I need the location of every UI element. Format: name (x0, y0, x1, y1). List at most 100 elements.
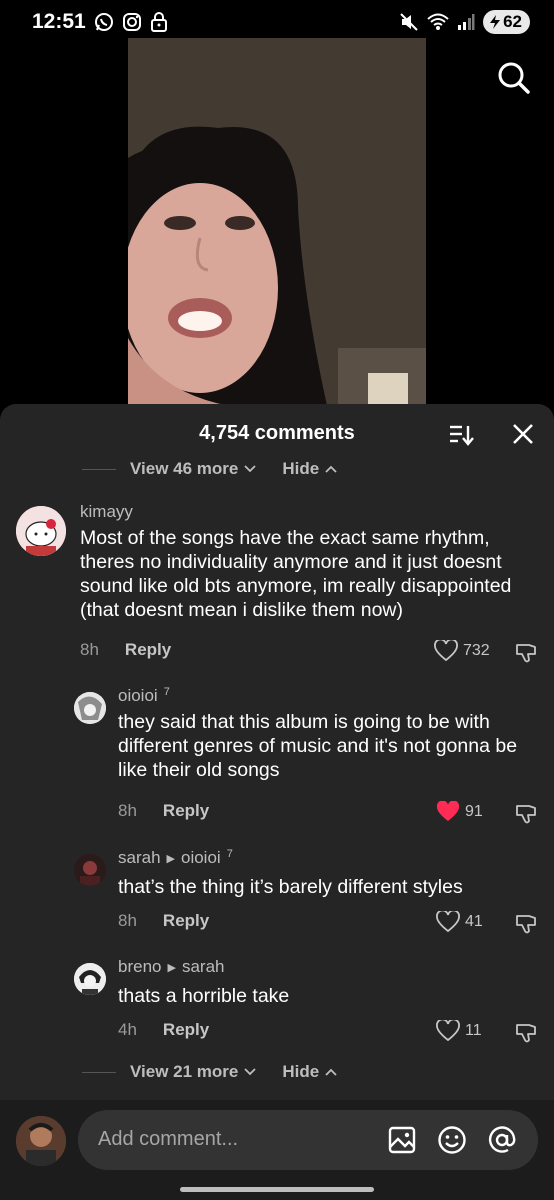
chevron-up-icon (325, 1068, 337, 1076)
thumbs-down-icon[interactable] (514, 912, 538, 936)
comment-username[interactable]: kimayy (80, 502, 133, 522)
hide-top-label: Hide (282, 459, 320, 478)
status-left: 12:51 (32, 10, 168, 34)
reply-button[interactable]: Reply (163, 801, 209, 821)
comment-username[interactable]: breno ▶ sarah (118, 957, 224, 977)
avatar[interactable] (74, 854, 106, 886)
sort-button[interactable] (448, 423, 474, 447)
reply-to-username[interactable]: oioioi (181, 848, 221, 868)
hide-bottom-label: Hide (282, 1062, 320, 1081)
reply-button[interactable]: Reply (163, 911, 209, 931)
comment-meta: 8h Reply (118, 801, 209, 821)
comment-text: they said that this album is going to be… (118, 711, 518, 781)
reply-arrow-icon: ▶ (167, 961, 176, 974)
search-icon[interactable] (496, 60, 532, 96)
avatar[interactable] (16, 506, 66, 556)
status-right: 62 (399, 10, 530, 34)
comment-time: 8h (118, 911, 137, 930)
view-more-bottom-button[interactable]: View 21 more (130, 1062, 256, 1082)
comment-meta: 8h Reply (118, 911, 209, 931)
emoji-button[interactable] (436, 1124, 468, 1156)
comment-meta: 8h Reply (80, 640, 171, 660)
hide-top-button[interactable]: Hide (282, 459, 337, 479)
video-area[interactable] (0, 0, 554, 410)
like-count: 91 (465, 803, 483, 820)
comment-input[interactable]: Add comment... (78, 1110, 538, 1170)
reply-arrow-icon: ▶ (166, 852, 175, 865)
current-user-avatar[interactable] (16, 1116, 66, 1166)
battery-level: 62 (503, 12, 522, 31)
video-thumbnail-image (128, 38, 426, 410)
close-icon[interactable] (512, 423, 534, 445)
sheet-header: 4,754 comments (0, 404, 554, 462)
sort-icon[interactable] (448, 423, 474, 447)
username-text[interactable]: sarah (118, 848, 161, 868)
comment-username[interactable]: sarah ▶ oioioi 7 (118, 848, 233, 868)
comments-sheet: 4,754 comments View 46 more Hide kimayy … (0, 404, 554, 1200)
comment-item: kimayy Most of the songs have the exact … (0, 502, 554, 672)
username-text[interactable]: kimayy (80, 502, 133, 522)
comment-text: thats a horrible take (118, 985, 290, 1007)
like-count: 732 (463, 642, 490, 659)
reply-button[interactable]: Reply (125, 640, 171, 660)
avatar-image (74, 692, 106, 724)
video-frame[interactable] (128, 38, 426, 410)
collapse-row-top: View 46 more Hide (82, 459, 337, 479)
heart-icon[interactable] (434, 640, 458, 662)
comment-meta: 4h Reply (118, 1020, 209, 1040)
dislike-button[interactable] (514, 1021, 538, 1045)
mention-button[interactable] (486, 1124, 518, 1156)
dislike-button[interactable] (514, 641, 538, 665)
like-button[interactable]: 732 (434, 640, 490, 662)
view-more-top-button[interactable]: View 46 more (130, 459, 256, 479)
comment-time: 8h (118, 801, 137, 820)
whatsapp-icon (94, 12, 114, 32)
hide-bottom-button[interactable]: Hide (282, 1062, 337, 1082)
at-mention-icon[interactable] (486, 1124, 518, 1156)
view-more-top-label: View 46 more (130, 459, 239, 478)
wifi-icon (427, 13, 449, 31)
like-button[interactable]: 11 (436, 1020, 482, 1042)
thumbs-down-icon[interactable] (514, 1021, 538, 1045)
comment-time: 4h (118, 1020, 137, 1039)
close-button[interactable] (512, 423, 534, 445)
thumbs-down-icon[interactable] (514, 641, 538, 665)
like-count: 11 (465, 1022, 482, 1039)
comment-text: Most of the songs have the exact same rh… (80, 527, 512, 621)
divider-line (82, 1071, 116, 1073)
heart-icon[interactable] (436, 1020, 460, 1042)
like-count: 41 (465, 913, 483, 930)
avatar[interactable] (74, 692, 106, 724)
comment-item: breno ▶ sarah thats a horrible take 4h R… (0, 957, 554, 1047)
status-bar: 12:51 62 (0, 0, 554, 44)
comment-username[interactable]: oioioi 7 (118, 686, 170, 706)
like-button[interactable]: 91 (436, 801, 483, 823)
view-more-bottom-label: View 21 more (130, 1062, 239, 1081)
avatar-image (16, 1116, 66, 1166)
avatar[interactable] (74, 963, 106, 995)
status-time: 12:51 (32, 10, 86, 33)
comment-input-placeholder: Add comment... (98, 1128, 239, 1150)
battery-icon: 62 (483, 10, 530, 34)
dislike-button[interactable] (514, 912, 538, 936)
thumbs-down-icon[interactable] (514, 802, 538, 826)
comment-time: 8h (80, 640, 99, 659)
image-icon[interactable] (386, 1124, 418, 1156)
image-button[interactable] (386, 1124, 418, 1156)
heart-filled-icon[interactable] (436, 801, 460, 823)
collapse-row-bottom: View 21 more Hide (82, 1062, 337, 1082)
username-text[interactable]: breno (118, 957, 161, 977)
heart-icon[interactable] (436, 911, 460, 933)
avatar-image (16, 506, 66, 556)
comment-item: oioioi 7 they said that this album is goi… (0, 686, 554, 826)
like-button[interactable]: 41 (436, 911, 483, 933)
reply-to-username[interactable]: sarah (182, 957, 225, 977)
dislike-button[interactable] (514, 802, 538, 826)
reply-button[interactable]: Reply (163, 1020, 209, 1040)
emoji-icon[interactable] (436, 1124, 468, 1156)
search-button[interactable] (496, 60, 532, 96)
username-text[interactable]: oioioi (118, 686, 158, 706)
home-indicator[interactable] (180, 1187, 374, 1192)
avatar-image (74, 963, 106, 995)
instagram-icon (122, 12, 142, 32)
